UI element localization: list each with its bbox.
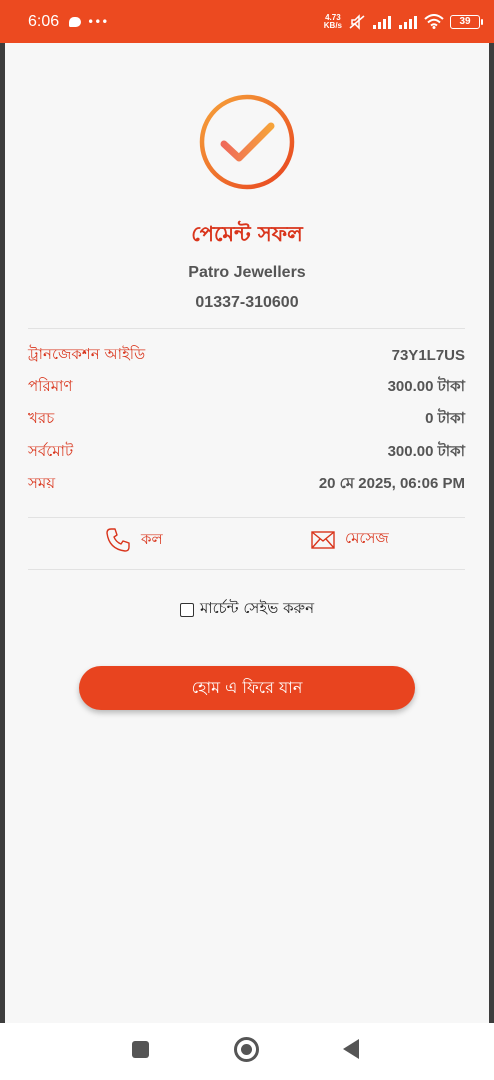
net-speed: 4.73 KB/s [323,13,342,30]
battery-icon: 39 [450,14,483,29]
more-icon: ••• [87,14,109,29]
detail-label: ট্রানজেকশন আইডি [28,344,146,363]
message-button[interactable]: মেসেজ [311,527,389,552]
call-label: কল [141,529,163,548]
signal-icon [373,15,391,29]
net-speed-unit: KB/s [323,20,342,30]
save-merchant-checkbox[interactable]: মার্চেন্ট সেইভ করুন [5,597,489,622]
detail-row-transaction-id: ট্রানজেকশন আইডি 73Y1L7US [28,343,465,367]
mail-icon [311,530,335,549]
phone-icon [106,528,130,552]
divider [28,328,465,329]
wifi-icon [424,14,444,29]
notification-area: ••• [69,15,108,29]
call-button[interactable]: কল [105,527,163,553]
status-bar: 6:06 ••• 4.73 KB/s 39 [0,0,494,43]
detail-value: 73Y1L7US [391,346,465,364]
detail-value: 300.00 টাকা [387,442,465,460]
detail-label: পরিমাণ [28,376,73,395]
detail-row-amount: পরিমাণ 300.00 টাকা [28,375,465,399]
detail-value: 0 টাকা [425,409,465,427]
merchant-phone: 01337-310600 [195,294,299,311]
back-icon[interactable] [343,1039,359,1059]
chat-bubble-icon [69,16,82,27]
detail-row-total: সর্বমোট 300.00 টাকা [28,440,465,464]
recents-icon[interactable] [132,1041,149,1058]
status-time: 6:06 [28,12,60,30]
payment-status-title: পেমেন্ট সফল [191,222,303,246]
save-merchant-label[interactable]: মার্চেন্ট সেইভ করুন [200,597,314,622]
mute-icon [349,13,365,30]
home-icon[interactable] [234,1037,259,1062]
message-label: মেসেজ [345,529,389,547]
phone-screen: 6:06 ••• 4.73 KB/s 39 পেমেন্ট সফল Patro … [0,0,494,1080]
divider [28,569,465,570]
detail-row-charge: খরচ 0 টাকা [28,407,465,431]
merchant-name: Patro Jewellers [188,264,306,281]
signal-icon-2 [399,15,417,29]
divider [28,517,465,518]
success-check-icon [199,94,295,190]
go-home-button[interactable]: হোম এ ফিরে যান [79,666,415,710]
detail-value: 20 মে 2025, 06:06 PM [318,474,465,492]
detail-value: 300.00 টাকা [387,377,465,395]
detail-row-time: সময় 20 মে 2025, 06:06 PM [28,472,465,496]
detail-label: সময় [28,473,56,492]
status-icons: 4.73 KB/s 39 [323,13,483,30]
checkbox-icon[interactable] [179,602,194,617]
system-nav-bar [0,1023,494,1080]
payment-success-screen: পেমেন্ট সফল Patro Jewellers 01337-310600… [5,43,489,1023]
detail-label: সর্বমোট [28,441,74,460]
detail-label: খরচ [28,408,55,427]
